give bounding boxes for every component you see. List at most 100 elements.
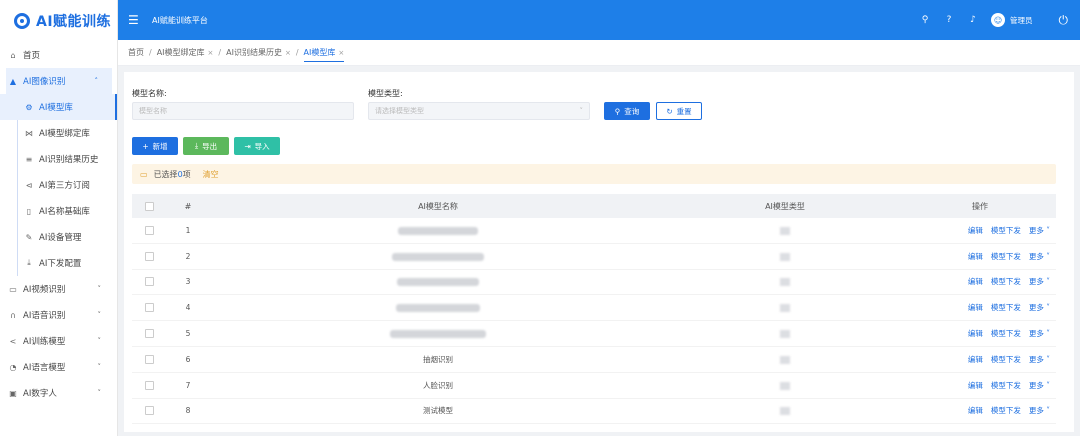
row-type bbox=[666, 277, 904, 287]
table-row[interactable]: 7 人脸识别 编辑 模型下发 更多 ˅ bbox=[132, 373, 1056, 399]
add-button[interactable]: + 新增 bbox=[132, 137, 178, 155]
sidebar-item-label: AI下发配置 bbox=[39, 259, 82, 269]
sidebar-item-sub-5[interactable]: ✎ AI设备管理 bbox=[0, 224, 117, 250]
reset-button[interactable]: ↻ 重置 bbox=[656, 102, 702, 120]
clear-selection-link[interactable]: 清空 bbox=[203, 169, 219, 180]
gear-icon: ⚙ bbox=[25, 102, 33, 112]
sidebar-item-sub-3[interactable]: ⊲ AI第三方订阅 bbox=[0, 172, 117, 198]
selection-suffix: 项 bbox=[182, 169, 191, 179]
more-link[interactable]: 更多 ˅ bbox=[1029, 225, 1050, 236]
table-row[interactable]: 1 编辑 模型下发 更多 ˅ bbox=[132, 218, 1056, 244]
row-checkbox[interactable] bbox=[144, 225, 154, 235]
table-row[interactable]: 4 编辑 模型下发 更多 ˅ bbox=[132, 295, 1056, 322]
tab-model-binding[interactable]: AI模型绑定库 × bbox=[157, 47, 214, 58]
table-row[interactable]: 2 编辑 模型下发 更多 ˅ bbox=[132, 244, 1056, 270]
header-type: AI模型类型 bbox=[765, 201, 805, 211]
table-row[interactable]: 3 编辑 模型下发 更多 ˅ bbox=[132, 270, 1056, 296]
row-checkbox[interactable] bbox=[144, 329, 154, 339]
sidebar-group-3[interactable]: ◔ AI语言模型 ˅ bbox=[0, 354, 117, 380]
menu-toggle-icon[interactable]: ☰ bbox=[128, 13, 142, 27]
edit-link[interactable]: 编辑 bbox=[968, 328, 983, 339]
sidebar-item-sub-2[interactable]: ≡ AI识别结果历史 bbox=[0, 146, 117, 172]
dispatch-link[interactable]: 模型下发 bbox=[991, 380, 1021, 391]
bell-icon[interactable]: ♪ bbox=[961, 15, 985, 25]
model-name-input[interactable]: 模型名称 bbox=[132, 102, 354, 120]
query-button[interactable]: ⚲ 查询 bbox=[604, 102, 650, 120]
edit-link[interactable]: 编辑 bbox=[968, 251, 983, 262]
power-icon[interactable]: ⏻ bbox=[1059, 13, 1069, 28]
table-row[interactable]: 5 编辑 模型下发 更多 ˅ bbox=[132, 321, 1056, 347]
dispatch-link[interactable]: 模型下发 bbox=[991, 405, 1021, 416]
sidebar-group-2[interactable]: < AI训练模型 ˅ bbox=[0, 328, 117, 354]
dispatch-link[interactable]: 模型下发 bbox=[991, 328, 1021, 339]
selection-prefix: 已选择 bbox=[153, 169, 178, 179]
user-name[interactable]: 管理员 bbox=[1010, 15, 1033, 26]
edit-link[interactable]: 编辑 bbox=[968, 405, 983, 416]
more-link[interactable]: 更多 ˅ bbox=[1029, 276, 1050, 287]
tab-model-library[interactable]: AI模型库 × bbox=[303, 47, 345, 62]
sidebar-item-sub-6[interactable]: ⤓ AI下发配置 bbox=[0, 250, 117, 276]
help-icon[interactable]: ? bbox=[937, 15, 961, 25]
row-checkbox[interactable] bbox=[144, 380, 154, 390]
row-type bbox=[666, 303, 904, 313]
row-checkbox[interactable] bbox=[144, 354, 154, 364]
more-link[interactable]: 更多 ˅ bbox=[1029, 405, 1050, 416]
export-button[interactable]: ⤓ 导出 bbox=[183, 137, 229, 155]
row-select-cell bbox=[132, 329, 166, 339]
sidebar: AI赋能训练 ⌂ 首页 ▲ AI图像识别 ˄ ⚙ AI模型库 ⋈ AI模型绑定库 ≡ AI… bbox=[0, 0, 118, 436]
select-all-cell bbox=[132, 201, 166, 211]
close-icon[interactable]: × bbox=[208, 49, 214, 57]
sidebar-item-label: AI模型库 bbox=[39, 103, 73, 113]
edit-link[interactable]: 编辑 bbox=[968, 354, 983, 365]
search-icon[interactable]: ⚲ bbox=[913, 15, 937, 25]
row-ops: 编辑 模型下发 更多 ˅ bbox=[904, 405, 1056, 416]
row-checkbox[interactable] bbox=[144, 277, 154, 287]
more-link[interactable]: 更多 ˅ bbox=[1029, 354, 1050, 365]
row-index: 1 bbox=[185, 225, 191, 235]
row-ops: 编辑 模型下发 更多 ˅ bbox=[904, 354, 1056, 365]
sidebar-item-home[interactable]: ⌂ 首页 bbox=[0, 42, 117, 68]
avatar[interactable]: ☺ bbox=[991, 13, 1005, 27]
logo-text: AI赋能训练 bbox=[36, 14, 112, 30]
active-indicator bbox=[115, 94, 117, 120]
breadcrumb-home[interactable]: 首页 bbox=[128, 47, 144, 58]
edit-link[interactable]: 编辑 bbox=[968, 225, 983, 236]
edit-link[interactable]: 编辑 bbox=[968, 380, 983, 391]
close-icon[interactable]: × bbox=[338, 49, 344, 57]
edit-link[interactable]: 编辑 bbox=[968, 276, 983, 287]
select-all-checkbox[interactable] bbox=[144, 201, 154, 211]
sidebar-group-ai-image[interactable]: ▲ AI图像识别 ˄ bbox=[6, 68, 112, 94]
import-button[interactable]: ⇥ 导入 bbox=[234, 137, 280, 155]
row-name: 抽烟识别 bbox=[210, 354, 666, 365]
table-row[interactable]: 8 测试模型 编辑 模型下发 更多 ˅ bbox=[132, 399, 1056, 425]
person-icon: ▣ bbox=[9, 388, 17, 398]
row-type bbox=[666, 406, 904, 416]
dispatch-link[interactable]: 模型下发 bbox=[991, 225, 1021, 236]
dispatch-link[interactable]: 模型下发 bbox=[991, 276, 1021, 287]
model-type-select[interactable]: 请选择模型类型 ˅ bbox=[368, 102, 590, 120]
sidebar-group-1[interactable]: ∩ AI语音识别 ˅ bbox=[0, 302, 117, 328]
more-link[interactable]: 更多 ˅ bbox=[1029, 380, 1050, 391]
more-link[interactable]: 更多 ˅ bbox=[1029, 328, 1050, 339]
close-icon[interactable]: × bbox=[285, 49, 291, 57]
table-row[interactable]: 6 抽烟识别 编辑 模型下发 更多 ˅ bbox=[132, 347, 1056, 373]
warning-icon: ▲ bbox=[9, 76, 17, 86]
sidebar-group-4[interactable]: ▣ AI数字人 ˅ bbox=[0, 380, 117, 406]
more-link[interactable]: 更多 ˅ bbox=[1029, 251, 1050, 262]
model-type-label: 模型类型: bbox=[368, 89, 403, 98]
edit-link[interactable]: 编辑 bbox=[968, 302, 983, 313]
dispatch-link[interactable]: 模型下发 bbox=[991, 354, 1021, 365]
sidebar-item-sub-1[interactable]: ⋈ AI模型绑定库 bbox=[0, 120, 117, 146]
dispatch-link[interactable]: 模型下发 bbox=[991, 251, 1021, 262]
dispatch-link[interactable]: 模型下发 bbox=[991, 302, 1021, 313]
tab-result-history[interactable]: AI识别结果历史 × bbox=[226, 47, 291, 58]
redacted-text bbox=[780, 226, 790, 235]
sidebar-item-sub-4[interactable]: ▯ AI名称基础库 bbox=[0, 198, 117, 224]
chevron-down-icon: ˅ bbox=[1046, 225, 1050, 235]
row-checkbox[interactable] bbox=[144, 406, 154, 416]
row-checkbox[interactable] bbox=[144, 303, 154, 313]
sidebar-item-sub-0[interactable]: ⚙ AI模型库 bbox=[0, 94, 117, 120]
more-link[interactable]: 更多 ˅ bbox=[1029, 302, 1050, 313]
sidebar-group-0[interactable]: ▭ AI视频识别 ˅ bbox=[0, 276, 117, 302]
row-checkbox[interactable] bbox=[144, 251, 154, 261]
